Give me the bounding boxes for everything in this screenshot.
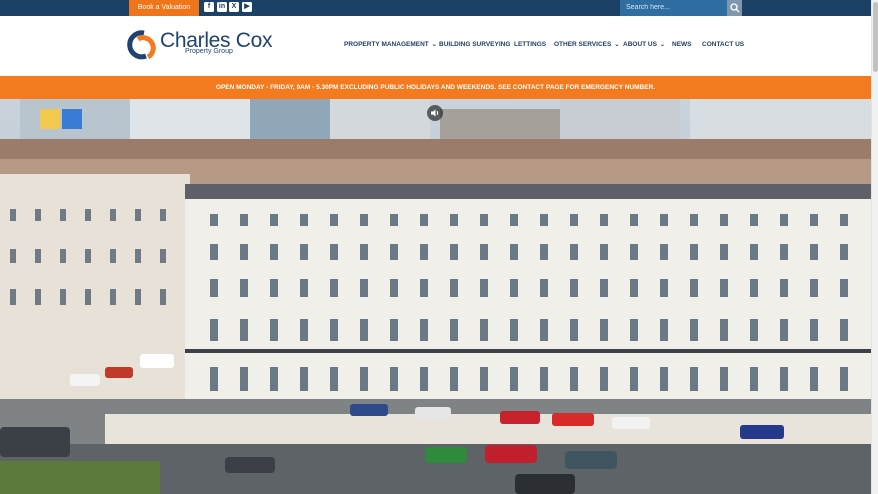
nav-property-management[interactable]: PROPERTY MANAGEMENT ⌄ <box>344 41 437 48</box>
chevron-down-icon: ⌄ <box>659 42 665 48</box>
hero-video[interactable] <box>0 99 871 494</box>
site-header: Charles Cox Property Group PROPERTY MANA… <box>0 16 871 76</box>
logo-subtitle: Property Group <box>185 48 233 55</box>
nav-contact-us[interactable]: CONTACT US <box>702 41 744 48</box>
nav-about-us[interactable]: ABOUT US ⌄ <box>623 41 665 48</box>
nav-label: LETTINGS <box>514 41 547 48</box>
search-button[interactable] <box>727 0 742 16</box>
search-input[interactable] <box>620 0 727 16</box>
chevron-down-icon: ⌄ <box>431 42 437 48</box>
nav-label: OTHER SERVICES <box>554 41 612 48</box>
nav-label: CONTACT US <box>702 41 745 48</box>
top-bar: Book a Valuation f in X ▶ <box>0 0 871 16</box>
search-icon <box>730 3 740 13</box>
chevron-down-icon: ⌄ <box>614 42 620 48</box>
mute-button[interactable] <box>427 105 443 121</box>
nav-news[interactable]: NEWS <box>672 41 692 48</box>
nav-label: NEWS <box>672 41 692 48</box>
hero-image <box>0 99 871 494</box>
linkedin-icon[interactable]: in <box>217 2 227 12</box>
speaker-icon <box>431 109 439 117</box>
nav-label: PROPERTY MANAGEMENT <box>344 41 429 48</box>
logo-icon[interactable] <box>124 29 160 63</box>
nav-label: BUILDING SURVEYING <box>439 41 511 48</box>
x-icon[interactable]: X <box>229 2 239 12</box>
book-valuation-button[interactable]: Book a Valuation <box>129 0 199 16</box>
page: Book a Valuation f in X ▶ Charles Cox Pr… <box>0 0 878 494</box>
opening-hours-banner: OPEN MONDAY - FRIDAY, 9AM - 5.30PM EXCLU… <box>0 76 871 99</box>
facebook-icon[interactable]: f <box>204 2 214 12</box>
nav-label: ABOUT US <box>623 41 657 48</box>
scrollbar-thumb[interactable] <box>873 2 878 72</box>
page-scrollbar[interactable] <box>871 0 878 494</box>
nav-building-surveying[interactable]: BUILDING SURVEYING <box>439 41 510 48</box>
youtube-icon[interactable]: ▶ <box>242 2 252 12</box>
nav-lettings[interactable]: LETTINGS <box>514 41 546 48</box>
nav-other-services[interactable]: OTHER SERVICES ⌄ <box>554 41 619 48</box>
